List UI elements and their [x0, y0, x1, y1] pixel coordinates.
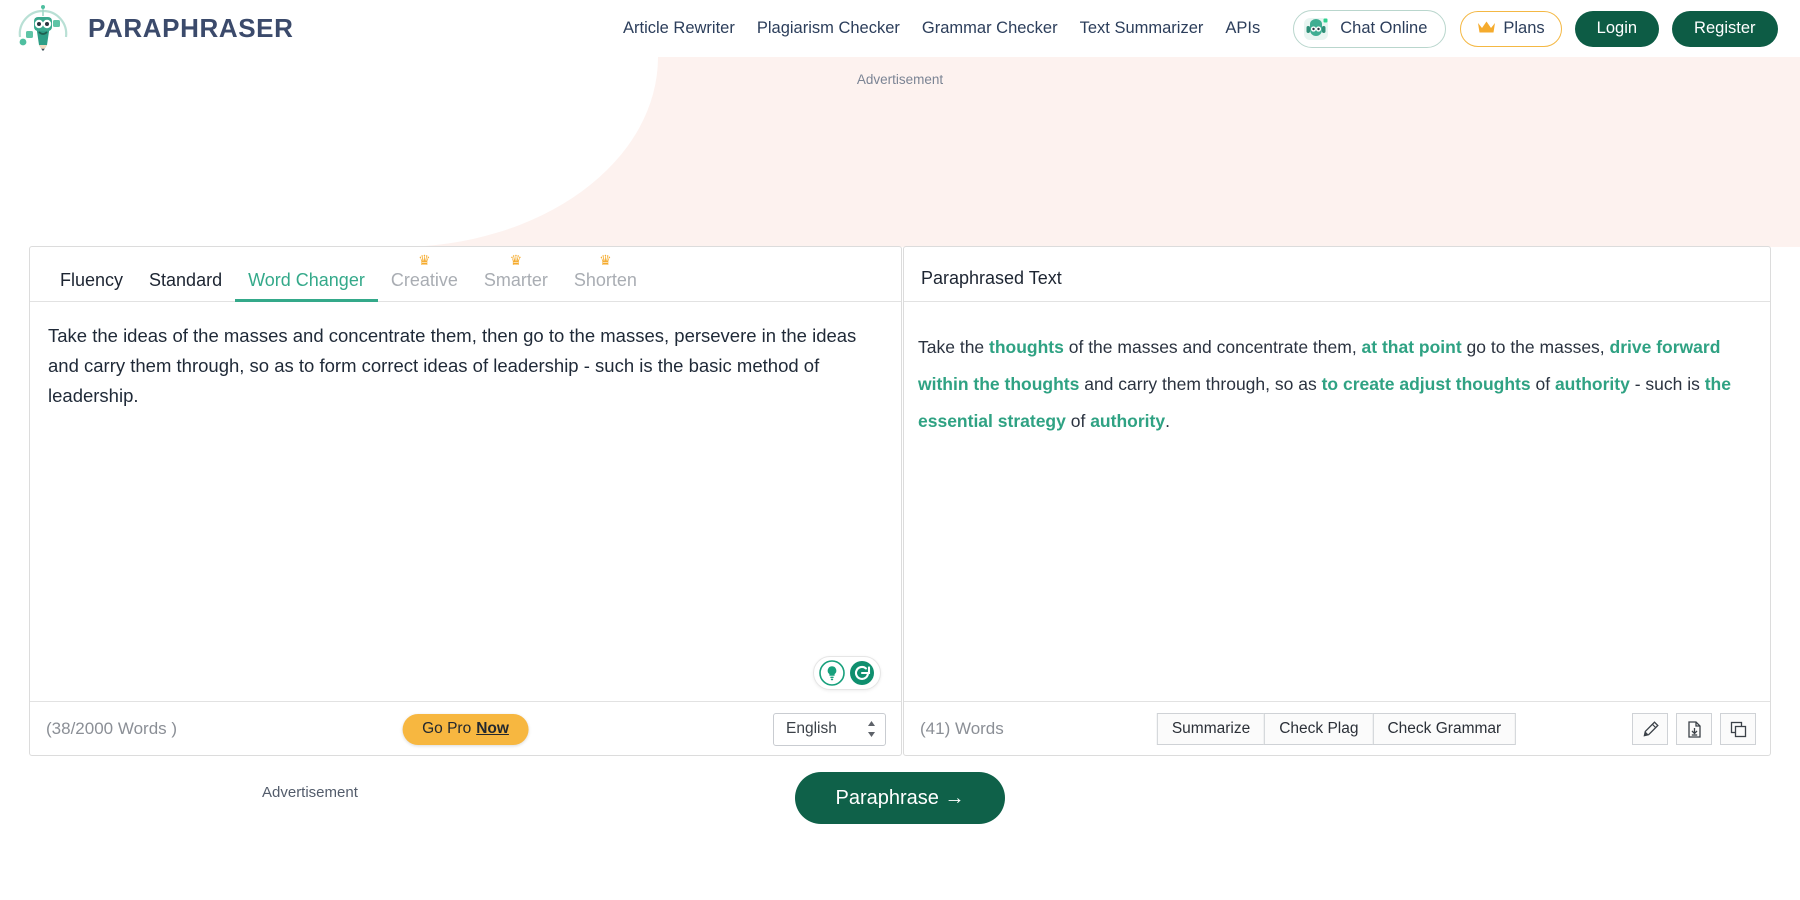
paraphrase-highlight: at that point: [1361, 337, 1462, 357]
language-select[interactable]: English: [773, 712, 886, 746]
crown-icon: [1477, 20, 1496, 37]
paraphrase-plain: and carry them through, so as: [1079, 374, 1322, 394]
top-advertisement-label: Advertisement: [856, 72, 944, 87]
chat-bot-avatar-icon: [1302, 15, 1330, 43]
check-plag-button[interactable]: Check Plag: [1264, 713, 1374, 745]
chat-online-label: Chat Online: [1340, 19, 1428, 37]
tab-label: Shorten: [573, 270, 637, 290]
login-button[interactable]: Login: [1574, 10, 1660, 47]
language-value: English: [786, 720, 837, 737]
nav-link-text-summarizer[interactable]: Text Summarizer: [1069, 19, 1215, 38]
mode-tabs-bar: Fluency Standard Word Changer ♛ Creative …: [30, 247, 901, 302]
tab-standard[interactable]: Standard: [136, 270, 235, 301]
lightbulb-icon[interactable]: [819, 660, 845, 686]
paraphrase-plain: go to the masses,: [1461, 337, 1610, 357]
bottom-advertisement-label: Advertisement: [262, 784, 358, 801]
tab-label: Standard: [149, 270, 223, 290]
output-footer: (41) Words Summarize Check Plag Check Gr…: [904, 701, 1770, 756]
check-grammar-button[interactable]: Check Grammar: [1372, 713, 1517, 745]
main-navigation: Article Rewriter Plagiarism Checker Gram…: [612, 0, 1792, 57]
paraphrase-highlight: authority: [1090, 411, 1166, 431]
crown-icon: ♛: [418, 252, 431, 268]
tab-label: Word Changer: [248, 270, 365, 290]
nav-link-plagiarism-checker[interactable]: Plagiarism Checker: [746, 19, 911, 38]
paraphrase-highlight: thoughts: [989, 337, 1064, 357]
go-pro-emphasis: Now: [476, 720, 509, 737]
tab-smarter[interactable]: ♛ Smarter: [471, 252, 561, 301]
output-body: Take the thoughts of the masses and conc…: [904, 302, 1770, 701]
input-word-count: (38/2000 Words ): [46, 719, 178, 738]
summarize-button[interactable]: Summarize: [1156, 713, 1266, 745]
source-text-input[interactable]: Take the ideas of the masses and concent…: [48, 321, 881, 411]
tab-fluency[interactable]: Fluency: [47, 270, 136, 301]
crown-icon: ♛: [509, 252, 523, 268]
tab-label: Smarter: [483, 270, 548, 290]
highlighter-pen-icon[interactable]: [1632, 713, 1668, 745]
output-action-buttons: Summarize Check Plag Check Grammar: [1156, 713, 1517, 745]
go-pro-button[interactable]: Go Pro Now: [402, 713, 529, 745]
robot-pencil-logo-icon: [14, 1, 72, 57]
tab-label: Creative: [390, 270, 458, 290]
go-pro-prefix: Go Pro: [422, 720, 472, 737]
input-panel: Fluency Standard Word Changer ♛ Creative …: [29, 246, 902, 756]
stepper-chevrons-icon: [866, 719, 877, 739]
plans-button[interactable]: Plans: [1460, 10, 1562, 47]
input-body: Take the ideas of the masses and concent…: [30, 302, 901, 701]
copy-icon[interactable]: [1720, 713, 1756, 745]
tab-label: Fluency: [60, 270, 124, 290]
output-panel: Paraphrased Text Take the thoughts of th…: [903, 246, 1771, 756]
paraphrase-plain: of the masses and concentrate them,: [1063, 337, 1362, 357]
output-icon-buttons: [1632, 713, 1756, 745]
tab-shorten[interactable]: ♛ Shorten: [561, 252, 650, 301]
paraphrased-text[interactable]: Take the thoughts of the masses and conc…: [918, 329, 1744, 440]
site-header: PARAPHRASER Article Rewriter Plagiarism …: [0, 0, 1800, 57]
plans-label: Plans: [1503, 19, 1545, 37]
chat-online-button[interactable]: Chat Online: [1293, 9, 1447, 48]
refresh-icon[interactable]: [849, 660, 875, 686]
tab-word-changer[interactable]: Word Changer: [235, 270, 378, 302]
tab-creative[interactable]: ♛ Creative: [378, 252, 471, 301]
output-header: Paraphrased Text: [904, 247, 1770, 302]
paraphrase-button[interactable]: Paraphrase →: [795, 772, 1005, 824]
brand-logo-link[interactable]: PARAPHRASER: [14, 1, 293, 57]
paraphrase-plain: .: [1165, 411, 1170, 431]
paraphrase-highlight: to create adjust thoughts: [1321, 374, 1531, 394]
crown-icon: ♛: [599, 252, 612, 268]
editor-panels: Fluency Standard Word Changer ♛ Creative …: [0, 246, 1800, 756]
brand-title: PARAPHRASER: [88, 13, 294, 43]
output-title: Paraphrased Text: [921, 268, 1062, 288]
paraphrase-highlight: authority: [1554, 374, 1630, 394]
mode-tabs: Fluency Standard Word Changer ♛ Creative …: [30, 246, 650, 302]
nav-link-article-rewriter[interactable]: Article Rewriter: [612, 19, 746, 38]
paraphrase-plain: of: [1530, 374, 1555, 394]
paraphrase-plain: of: [1065, 411, 1091, 431]
nav-link-grammar-checker[interactable]: Grammar Checker: [911, 19, 1069, 38]
register-button[interactable]: Register: [1672, 10, 1778, 47]
paraphrase-plain: - such is: [1629, 374, 1705, 394]
paraphrase-plain: Take the: [918, 337, 990, 357]
output-word-count: (41) Words: [920, 719, 1004, 738]
input-footer: (38/2000 Words ) Go Pro Now English: [30, 701, 901, 756]
nav-link-apis[interactable]: APIs: [1214, 19, 1271, 38]
editor-helper-toolbar: [813, 656, 881, 690]
download-document-icon[interactable]: [1676, 713, 1712, 745]
